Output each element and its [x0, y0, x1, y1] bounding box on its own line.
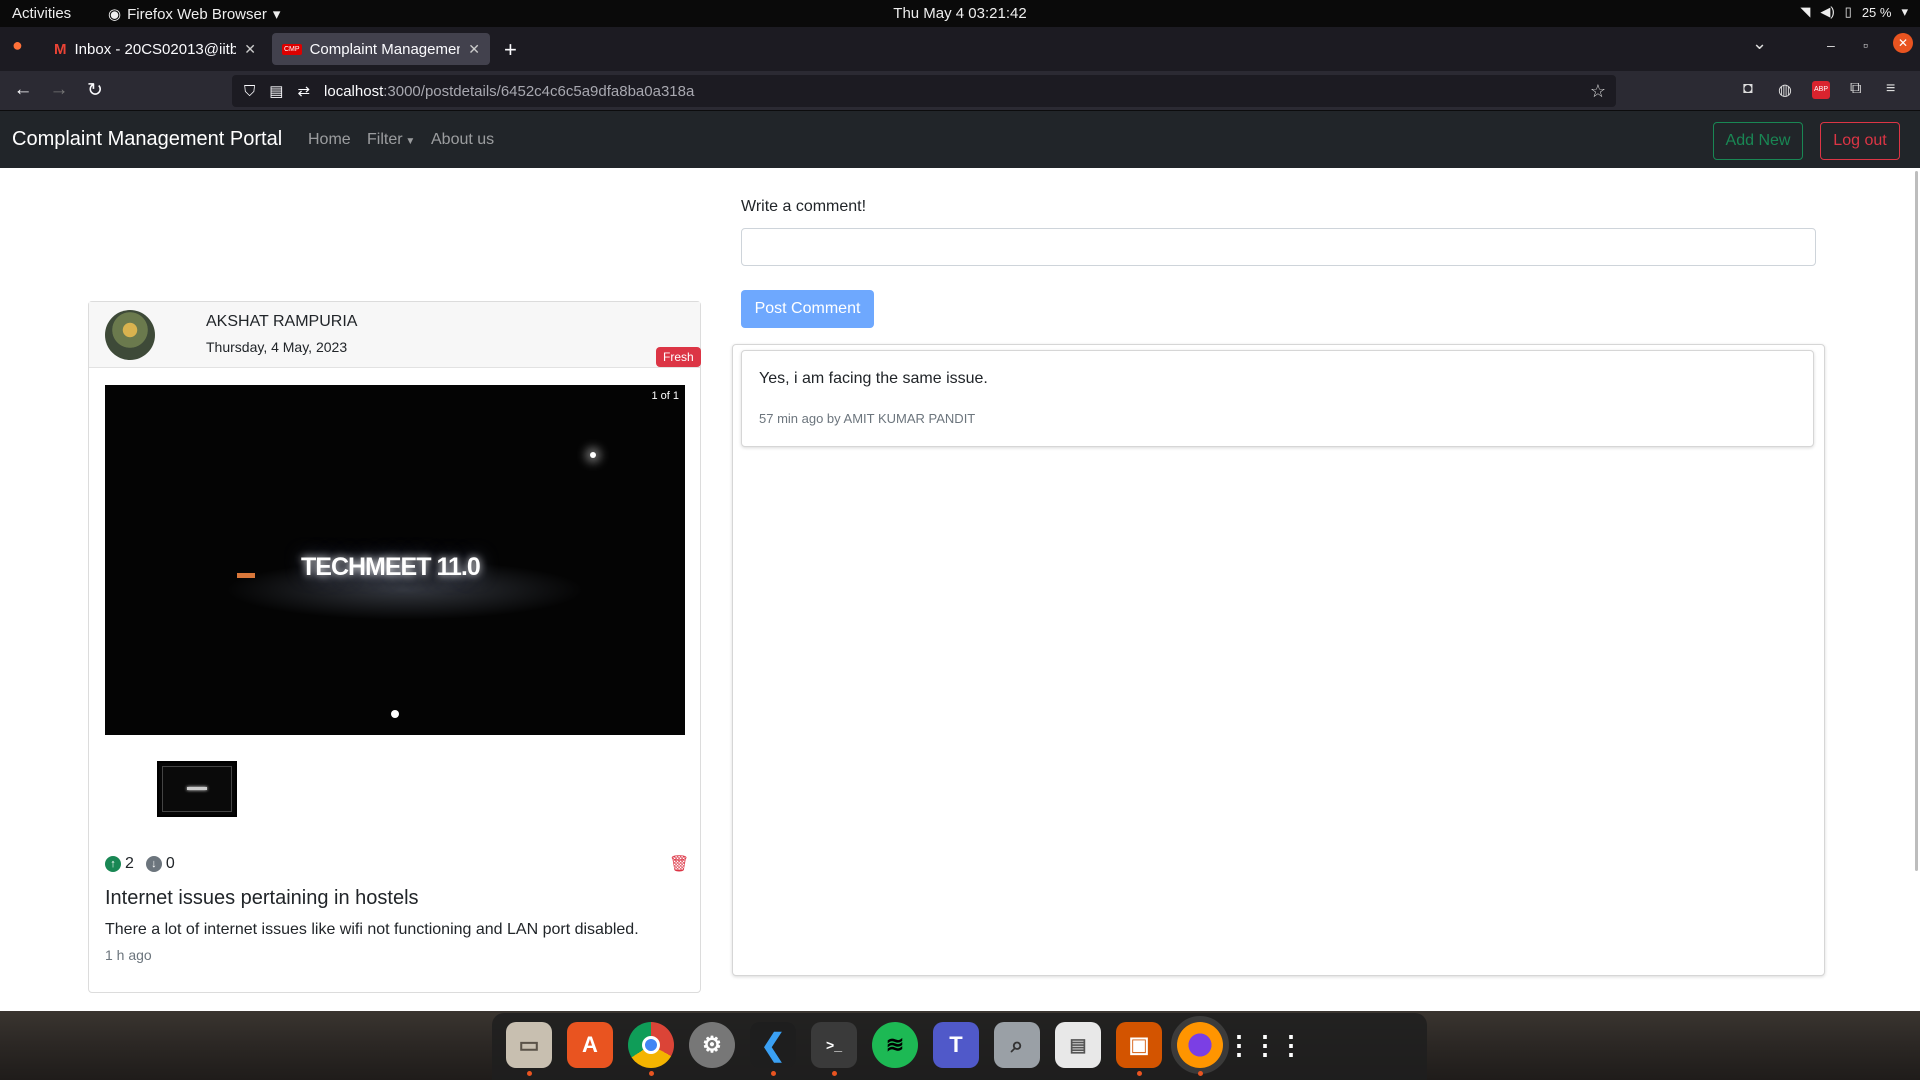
show-apps-icon[interactable]: ⋮⋮⋮ [1226, 1022, 1304, 1068]
bookmark-star-icon[interactable]: ☆ [1590, 81, 1606, 102]
firefox-small-icon: ◉ [108, 6, 122, 23]
app-menu[interactable]: ◉ Firefox Web Browser ▾ [108, 5, 281, 24]
maximize-icon[interactable]: ▫ [1863, 37, 1868, 53]
extension-avatar-icon[interactable]: ◍ [1778, 80, 1792, 100]
trash-icon[interactable]: 🗑 [669, 854, 689, 874]
post-card: AKSHAT RAMPURIA Thursday, 4 May, 2023 Fr… [88, 301, 701, 993]
nav-about-us[interactable]: About us [431, 131, 494, 149]
terminal-icon[interactable]: >_ [811, 1022, 857, 1076]
gmail-icon: M [54, 40, 67, 58]
tab-complaint-management[interactable]: CMP Complaint Management ✕ [272, 33, 490, 65]
files-icon[interactable]: ▭ [506, 1022, 552, 1076]
close-window-icon[interactable]: ✕ [1893, 33, 1913, 53]
nav-filter-dropdown[interactable]: Filter ▼ [367, 131, 415, 149]
menu-icon[interactable]: ≡ [1886, 80, 1895, 98]
nav-filter-label: Filter [367, 131, 403, 148]
url-path: :3000/postdetails/6452c4c6c5a9dfa8ba0a31… [383, 82, 695, 100]
dock: ▭ A ⚙ ❮ >_ ≋ T ⌕ ▤ ▣ ⋮⋮⋮ [492, 1013, 1427, 1080]
status-badge: Fresh [656, 347, 701, 367]
chevron-down-icon: ▾ [272, 6, 281, 23]
comment-label: Write a comment! [741, 198, 867, 215]
comment-meta: 57 min ago by AMIT KUMAR PANDIT [759, 411, 976, 426]
downvote-count: 0 [165, 855, 175, 872]
navbar-brand[interactable]: Complaint Management Portal [12, 128, 282, 151]
document-viewer-icon[interactable]: ▤ [1055, 1022, 1101, 1068]
orange-light [237, 573, 255, 578]
upvote-count: 2 [125, 855, 134, 872]
post-time: 1 h ago [105, 947, 152, 963]
add-new-button[interactable]: Add New [1713, 122, 1803, 160]
app-menu-label: Firefox Web Browser [127, 5, 267, 23]
comment-item: Yes, i am facing the same issue. 57 min … [741, 350, 1814, 447]
post-title: Internet issues pertaining in hostels [105, 887, 419, 909]
post-date: Thursday, 4 May, 2023 [206, 339, 348, 355]
minimize-icon[interactable]: – [1827, 37, 1835, 53]
caret-down-icon: ▼ [402, 136, 416, 147]
post-header: AKSHAT RAMPURIA Thursday, 4 May, 2023 Fr… [89, 302, 701, 368]
techmeet-sign: TECHMEET 11.0 [301, 553, 481, 581]
list-all-tabs-icon[interactable]: ⌄ [1752, 33, 1767, 54]
reload-icon[interactable]: ↻ [82, 79, 108, 102]
nav-home[interactable]: Home [308, 131, 351, 149]
app-center-icon[interactable]: A [567, 1022, 613, 1068]
chevron-down-icon: ▾ [1901, 4, 1908, 19]
tab-strip: ● M Inbox - 20CS02013@iitbb ✕ CMP Compla… [0, 27, 1920, 71]
forward-icon[interactable]: → [46, 79, 72, 101]
cmp-favicon-icon: CMP [282, 43, 302, 55]
pocket-icon[interactable]: ◘ [1743, 80, 1753, 98]
street-lamp [590, 452, 596, 458]
activities-button[interactable]: Activities [12, 5, 71, 22]
vote-bar: ↑ 2 ↓ 0 [105, 855, 175, 873]
shield-icon[interactable]: ⛉ [244, 83, 255, 100]
page-icon[interactable]: ▤ [269, 82, 283, 100]
adblock-plus-icon[interactable]: ABP [1812, 81, 1830, 99]
image-thumbnail[interactable] [157, 761, 237, 817]
firefox-view-icon[interactable]: ● [12, 35, 23, 56]
volume-icon: ◀) [1820, 4, 1835, 19]
image-counter: 1 of 1 [651, 390, 679, 402]
carousel-indicator[interactable] [391, 710, 399, 718]
chrome-icon[interactable] [628, 1022, 674, 1076]
status-area[interactable]: ◥ ◀) ▯ 25 % ▾ [1800, 4, 1908, 20]
tab-title: Complaint Management [309, 40, 461, 58]
downvote-icon[interactable]: ↓ [145, 856, 162, 872]
post-comment-button[interactable]: Post Comment [741, 290, 874, 328]
teams-icon[interactable]: T [933, 1022, 979, 1068]
upvote-icon[interactable]: ↑ [105, 856, 121, 872]
new-tab-icon[interactable]: + [504, 37, 517, 63]
vscode-icon[interactable]: ❮ [750, 1022, 796, 1076]
url-host: localhost [324, 82, 384, 100]
image-carousel[interactable]: TECHMEET 11.0 1 of 1 [105, 385, 685, 735]
page-scrollbar[interactable] [1915, 171, 1918, 871]
tab-title: Inbox - 20CS02013@iitbb [74, 40, 237, 58]
impress-icon[interactable]: ▣ [1116, 1022, 1162, 1076]
url-bar[interactable]: ⛉ ▤ ⇄ localhost:3000/postdetails/6452c4c… [232, 75, 1616, 107]
post-author: AKSHAT RAMPURIA [206, 313, 358, 330]
battery-icon: ▯ [1844, 4, 1852, 19]
clock[interactable]: Thu May 4 03:21:42 [0, 5, 1920, 22]
close-icon[interactable]: ✕ [244, 41, 256, 58]
image-viewer-icon[interactable]: ⌕ [994, 1022, 1040, 1068]
avatar [105, 310, 155, 360]
browser-toolbar: ← → ↻ ⛉ ▤ ⇄ localhost:3000/postdetails/6… [0, 71, 1920, 111]
close-icon[interactable]: ✕ [468, 41, 480, 58]
comments-panel: Yes, i am facing the same issue. 57 min … [732, 344, 1825, 976]
comment-text: Yes, i am facing the same issue. [759, 370, 988, 387]
site-navbar: Complaint Management Portal Home Filter … [0, 111, 1920, 168]
firefox-icon[interactable] [1171, 1016, 1229, 1076]
comment-input[interactable] [741, 228, 1816, 266]
system-top-bar: Activities ◉ Firefox Web Browser ▾ Thu M… [0, 0, 1920, 27]
battery-percent: 25 % [1861, 4, 1892, 20]
back-icon[interactable]: ← [10, 79, 36, 101]
spotify-icon[interactable]: ≋ [872, 1022, 918, 1068]
wifi-icon: ◥ [1800, 4, 1811, 19]
web-page: Complaint Management Portal Home Filter … [0, 111, 1920, 1011]
post-body: There a lot of internet issues like wifi… [105, 921, 639, 938]
tab-inbox[interactable]: M Inbox - 20CS02013@iitbb ✕ [44, 33, 266, 65]
log-out-button[interactable]: Log out [1820, 122, 1900, 160]
settings-icon[interactable]: ⚙ [689, 1022, 735, 1068]
permissions-icon[interactable]: ⇄ [297, 82, 310, 100]
extensions-icon[interactable]: ⧉ [1850, 80, 1861, 98]
